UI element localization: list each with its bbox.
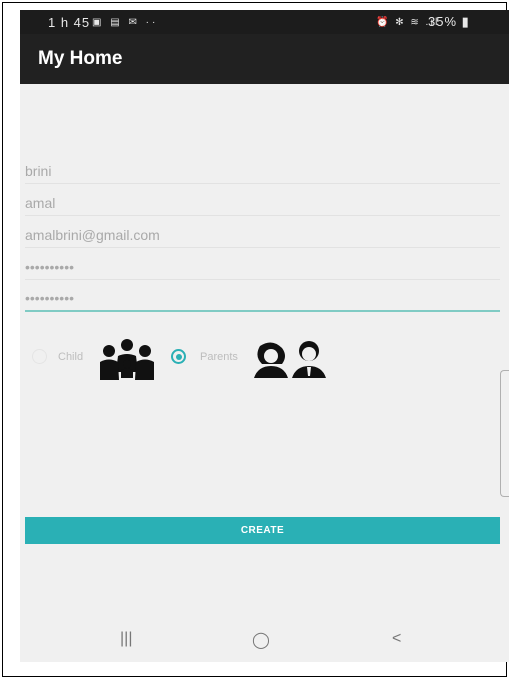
parents-icon bbox=[254, 341, 326, 378]
status-bar: 1 h 45 ▣ ▤ ✉ ·· ⏰ ✻ ≋ .ıl 35% ▮ bbox=[20, 10, 509, 34]
app-title: My Home bbox=[38, 48, 123, 69]
status-time: 1 h 45 bbox=[48, 14, 91, 30]
home-button[interactable]: ◯ bbox=[252, 630, 270, 650]
app-bar: My Home bbox=[20, 34, 509, 84]
scroll-edge-indicator bbox=[500, 370, 509, 497]
notification-icons: ▣ ▤ ✉ ·· bbox=[92, 16, 159, 28]
battery-icon: 35% ▮ bbox=[428, 14, 470, 29]
parents-radio[interactable] bbox=[171, 349, 186, 364]
confirm-password-field[interactable]: •••••••••• bbox=[25, 284, 500, 312]
child-label[interactable]: Child bbox=[58, 351, 83, 363]
navigation-bar: ||| ◯ < bbox=[20, 622, 509, 662]
password-field[interactable]: •••••••••• bbox=[25, 252, 500, 280]
child-radio[interactable] bbox=[32, 349, 47, 364]
first-name-field[interactable]: amal bbox=[25, 188, 500, 216]
create-button[interactable]: CREATE bbox=[25, 517, 500, 544]
email-field[interactable]: amalbrini@gmail.com bbox=[25, 220, 500, 248]
recents-button[interactable]: ||| bbox=[120, 630, 132, 648]
family-icon bbox=[100, 339, 154, 380]
phone-screen: 1 h 45 ▣ ▤ ✉ ·· ⏰ ✻ ≋ .ıl 35% ▮ My Home … bbox=[20, 10, 509, 662]
parents-label[interactable]: Parents bbox=[200, 351, 238, 363]
back-button[interactable]: < bbox=[392, 630, 401, 648]
role-selector: Child Parents bbox=[20, 338, 509, 380]
last-name-field[interactable]: brini bbox=[25, 156, 500, 184]
